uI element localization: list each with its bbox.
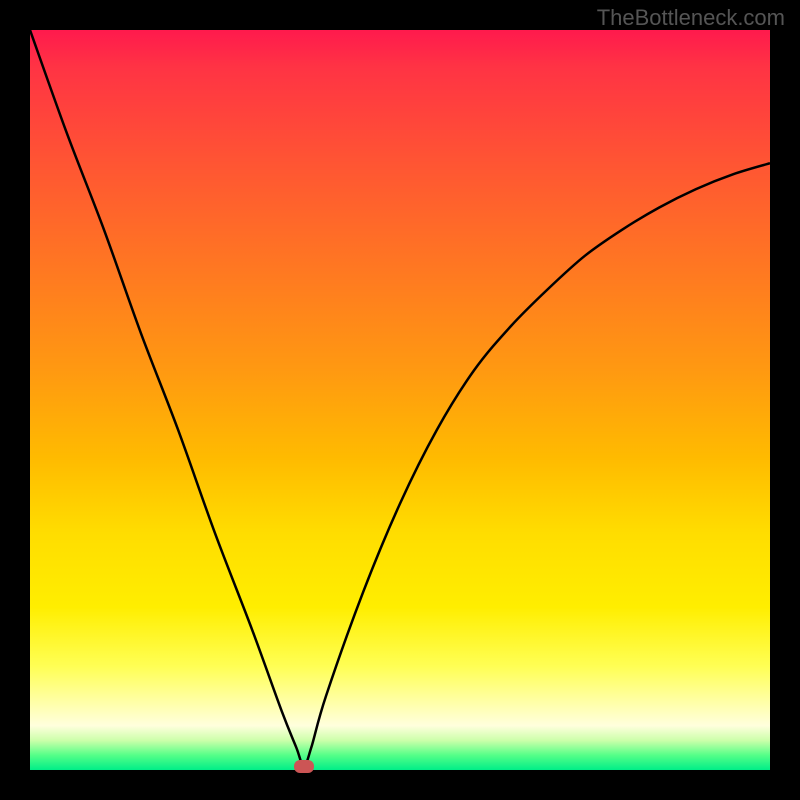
optimal-point-marker bbox=[294, 760, 314, 773]
watermark-text: TheBottleneck.com bbox=[597, 5, 785, 31]
bottleneck-curve bbox=[30, 30, 770, 770]
